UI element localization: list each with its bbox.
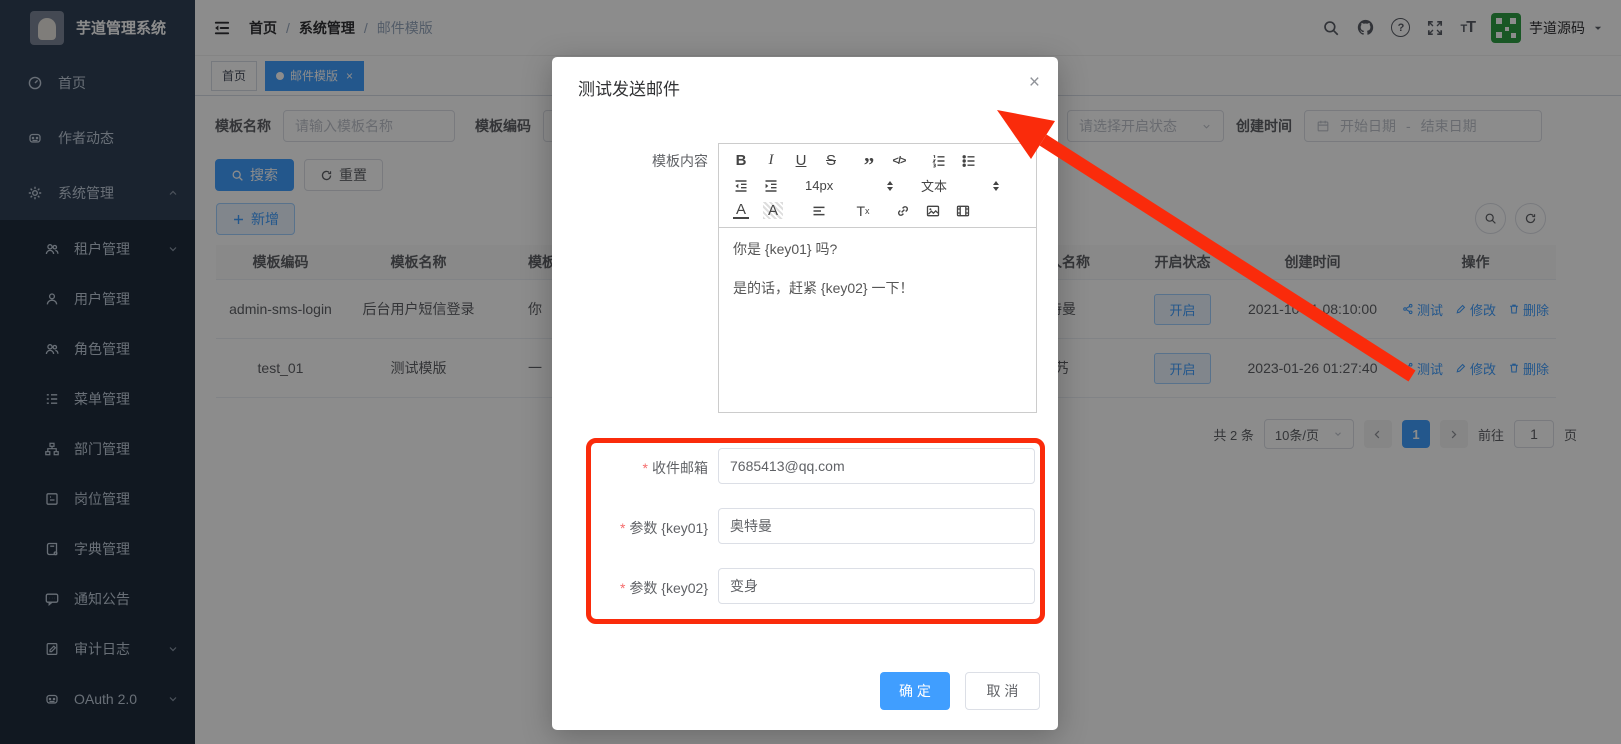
editor-toolbar-row: 14px 文本 [733,174,1022,198]
highlight-color-button[interactable]: A [763,202,783,219]
clean-sub-glyph: x [865,206,870,216]
recipient-email-label: *收件邮箱 [552,458,708,478]
editor-toolbar-row: B I U S ” </> [733,149,1022,173]
param-key01-input[interactable] [718,508,1035,544]
format-picker[interactable]: 文本 [921,176,999,195]
outdent-button[interactable] [733,178,749,194]
test-send-mail-dialog: 测试发送邮件 × 模板内容 B I U S ” </> 14px 文本 [552,57,1058,730]
clean-glyph: T [856,203,865,219]
param-key01-label: *参数 {key01} [552,518,708,538]
editor-line: 你是 {key01} 吗? [733,239,1022,259]
required-mark: * [643,460,648,476]
editor-toolbar-row: A A Tx [733,199,1022,223]
field-label-text: 收件邮箱 [652,460,708,476]
param-key02-input[interactable] [718,568,1035,604]
param-key02-label: *参数 {key02} [552,578,708,598]
recipient-email-input[interactable] [718,448,1035,484]
align-button[interactable] [811,203,827,219]
font-size-value: 14px [805,178,833,193]
blockquote-button[interactable]: ” [861,152,877,170]
image-button[interactable] [925,203,941,219]
format-value: 文本 [921,176,947,195]
indent-button[interactable] [763,178,779,194]
confirm-button[interactable]: 确 定 [880,672,950,710]
editor-toolbar: B I U S ” </> 14px 文本 A A Tx [718,143,1037,228]
dialog-title: 测试发送邮件 [578,75,680,100]
bullet-list-button[interactable] [961,153,977,169]
video-button[interactable] [955,203,971,219]
editor-line: 是的话，赶紧 {key02} 一下！ [733,278,1022,298]
font-color-button[interactable]: A [733,202,749,219]
updown-caret-icon [887,181,893,191]
cancel-button[interactable]: 取 消 [965,672,1040,710]
bold-button[interactable]: B [733,152,749,169]
clear-format-button[interactable]: Tx [855,203,871,219]
code-block-button[interactable]: </> [891,155,907,167]
italic-button[interactable]: I [763,152,779,169]
strikethrough-button[interactable]: S [823,152,839,169]
editor-content[interactable]: 你是 {key01} 吗? 是的话，赶紧 {key02} 一下！ [718,227,1037,413]
field-label-text: 参数 {key01} [629,520,708,536]
underline-button[interactable]: U [793,152,809,169]
dialog-close-icon[interactable]: × [1029,73,1040,92]
font-size-picker[interactable]: 14px [805,178,893,193]
link-button[interactable] [895,203,911,219]
required-mark: * [620,580,625,596]
template-content-label: 模板内容 [552,151,708,171]
required-mark: * [620,520,625,536]
ordered-list-button[interactable] [931,153,947,169]
updown-caret-icon [993,181,999,191]
field-label-text: 参数 {key02} [629,580,708,596]
